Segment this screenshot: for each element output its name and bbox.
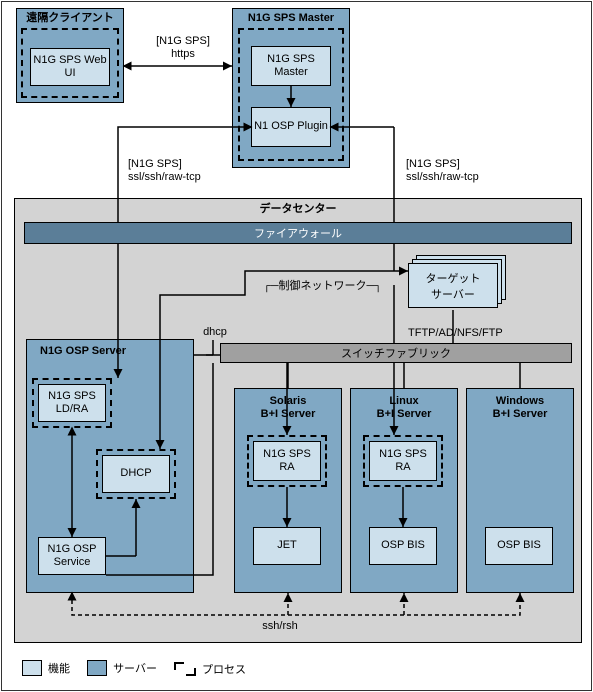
linux-title: Linux B+I Server xyxy=(350,395,458,421)
legend-process: プロセス xyxy=(174,661,246,677)
tftp-label: TFTP/AD/NFS/FTP xyxy=(408,327,538,340)
remote-client-title: 遠隔クライアント xyxy=(16,12,124,25)
osp-plugin-func: N1 OSP Plugin xyxy=(251,107,331,147)
osp-server-title: N1G OSP Server xyxy=(26,345,208,358)
dhcp-label: dhcp xyxy=(195,326,235,339)
sps-master-title: N1G SPS Master xyxy=(232,12,350,25)
ssh-rsh-label: ssh/rsh xyxy=(250,620,310,633)
solaris-jet-func: JET xyxy=(253,527,321,565)
dhcp-func: DHCP xyxy=(102,455,170,493)
legend-server: サーバー xyxy=(87,660,157,676)
linux-ra-label: N1G SPS RA xyxy=(370,448,436,474)
osp-service-label: N1G OSP Service xyxy=(39,543,105,569)
web-ui-box: N1G SPS Web UI xyxy=(30,48,110,86)
ldra-label: N1G SPS LD/RA xyxy=(39,390,105,416)
ssl-right-label: [N1G SPS] ssl/ssh/raw-tcp xyxy=(406,158,516,184)
sps-master-func-label: N1G SPS Master xyxy=(252,53,330,79)
ssl-left-label: [N1G SPS] ssl/ssh/raw-tcp xyxy=(128,158,238,184)
windows-ospbis-func: OSP BIS xyxy=(485,527,553,565)
jet-label: JET xyxy=(277,539,297,552)
firewall-label: ファイアウォール xyxy=(254,225,342,241)
linux-ra-func: N1G SPS RA xyxy=(369,441,437,481)
dhcp-func-label: DHCP xyxy=(120,467,151,480)
solaris-ra-func: N1G SPS RA xyxy=(253,441,321,481)
target-server-label: ターゲット サーバー xyxy=(426,270,481,302)
windows-title: Windows B+I Server xyxy=(466,395,574,421)
https-label: [N1G SPS] https xyxy=(138,35,228,61)
legend: 機能 サーバー プロセス xyxy=(22,660,260,679)
target-server-stack: ターゲット サーバー xyxy=(408,255,508,310)
osp-service-func: N1G OSP Service xyxy=(38,537,106,575)
control-net-label: ┌─制御ネットワーク─┐ xyxy=(255,280,390,293)
windows-ospbis-label: OSP BIS xyxy=(497,539,541,552)
linux-ospbis-func: OSP BIS xyxy=(369,527,437,565)
ldra-func: N1G SPS LD/RA xyxy=(38,384,106,422)
solaris-ra-label: N1G SPS RA xyxy=(254,448,320,474)
firewall-bar: ファイアウォール xyxy=(24,222,572,244)
legend-func: 機能 xyxy=(22,660,70,676)
sps-master-func: N1G SPS Master xyxy=(251,46,331,86)
switch-fabric-bar: スイッチファブリック xyxy=(220,343,572,363)
web-ui-label: N1G SPS Web UI xyxy=(31,54,109,80)
linux-ospbis-label: OSP BIS xyxy=(381,539,425,552)
datacenter-title: データセンター xyxy=(14,203,582,216)
solaris-title: Solaris B+I Server xyxy=(234,395,342,421)
osp-plugin-label: N1 OSP Plugin xyxy=(254,120,328,133)
switch-fabric-label: スイッチファブリック xyxy=(341,345,451,361)
